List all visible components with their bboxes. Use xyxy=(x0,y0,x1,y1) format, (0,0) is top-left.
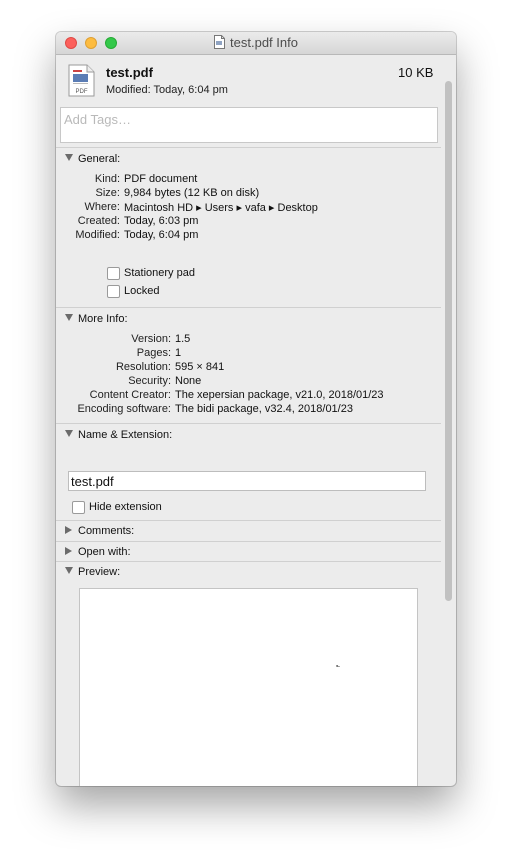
section-more-info-title: More Info: xyxy=(78,313,128,325)
locked-label[interactable]: Locked xyxy=(124,285,159,297)
section-preview-header[interactable]: Preview: xyxy=(65,566,120,578)
section-preview-title: Preview: xyxy=(78,566,121,578)
version-label: Version: xyxy=(131,333,171,345)
disclosure-right-icon[interactable] xyxy=(65,547,72,555)
tags-placeholder: Add Tags… xyxy=(64,112,131,127)
info-window: test.pdf Info PDF test.pdf 10 KB Modifie… xyxy=(56,32,456,786)
version-value: 1.5 xyxy=(175,333,191,345)
pages-value: 1 xyxy=(175,347,182,359)
document-icon xyxy=(214,35,226,49)
modified-summary-label: Modified: xyxy=(106,84,151,96)
preview-pane: ؎ xyxy=(79,588,418,786)
pdf-file-icon: PDF xyxy=(68,64,95,97)
window-title-wrap: test.pdf Info xyxy=(56,35,456,50)
info-content[interactable]: PDF test.pdf 10 KB Modified: Today, 6:04… xyxy=(56,55,456,786)
kind-value: PDF document xyxy=(124,173,198,185)
hide-extension-label[interactable]: Hide extension xyxy=(89,501,162,513)
disclosure-right-icon[interactable] xyxy=(65,526,72,534)
section-comments-title: Comments: xyxy=(78,525,135,537)
modified-value: Today, 6:04 pm xyxy=(124,229,199,241)
kind-label: Kind: xyxy=(94,173,120,185)
created-value: Today, 6:03 pm xyxy=(124,215,199,227)
pdf-badge-text: PDF xyxy=(76,89,88,95)
disclosure-down-icon[interactable] xyxy=(65,430,73,437)
vertical-scrollbar[interactable] xyxy=(445,81,452,601)
resolution-label: Resolution: xyxy=(115,361,171,373)
section-open-with-title: Open with: xyxy=(78,546,131,558)
disclosure-down-icon[interactable] xyxy=(65,567,73,574)
window-title: test.pdf Info xyxy=(230,35,298,50)
file-name: test.pdf xyxy=(106,65,153,80)
section-name-extension-title: Name & Extension: xyxy=(78,429,173,441)
stationery-pad-checkbox[interactable] xyxy=(107,267,120,280)
where-value: Macintosh HD ▸ Users ▸ vafa ▸ Desktop xyxy=(124,202,318,214)
section-general-header[interactable]: General: xyxy=(65,153,120,165)
divider xyxy=(56,561,441,562)
file-name-field[interactable]: test.pdf xyxy=(68,471,426,491)
modified-summary-value: Today, 6:04 pm xyxy=(153,84,228,96)
security-value: None xyxy=(175,375,202,387)
content-creator-value: The xepersian package, v21.0, 2018/01/23 xyxy=(175,389,384,401)
section-name-extension-header[interactable]: Name & Extension: xyxy=(65,429,172,441)
divider xyxy=(56,520,441,521)
divider xyxy=(56,423,441,424)
divider xyxy=(56,307,441,308)
created-label: Created: xyxy=(77,215,120,227)
stationery-pad-label[interactable]: Stationery pad xyxy=(124,267,195,279)
disclosure-down-icon[interactable] xyxy=(65,154,73,161)
section-more-info-header[interactable]: More Info: xyxy=(65,313,128,325)
modified-label: Modified: xyxy=(75,229,120,241)
size-value: 9,984 bytes (12 KB on disk) xyxy=(124,187,260,199)
encoding-software-value: The bidi package, v32.4, 2018/01/23 xyxy=(175,403,353,415)
tags-input[interactable]: Add Tags… xyxy=(60,107,438,143)
divider xyxy=(56,147,441,148)
section-open-with-header[interactable]: Open with: xyxy=(65,546,131,558)
size-label: Size: xyxy=(95,187,120,199)
section-general-title: General: xyxy=(78,153,121,165)
encoding-software-label: Encoding software: xyxy=(77,403,171,415)
where-label: Where: xyxy=(84,201,120,213)
pages-label: Pages: xyxy=(136,347,171,359)
content-creator-label: Content Creator: xyxy=(89,389,171,401)
security-label: Security: xyxy=(128,375,171,387)
title-bar[interactable]: test.pdf Info xyxy=(56,32,456,55)
resolution-value: 595 × 841 xyxy=(175,361,225,373)
hide-extension-checkbox[interactable] xyxy=(72,501,85,514)
locked-checkbox[interactable] xyxy=(107,285,120,298)
section-comments-header[interactable]: Comments: xyxy=(65,525,134,537)
disclosure-down-icon[interactable] xyxy=(65,314,73,321)
preview-page-mark: ؎ xyxy=(336,662,341,669)
modified-summary: Modified: Today, 6:04 pm xyxy=(106,84,228,96)
file-size: 10 KB xyxy=(398,65,434,80)
divider xyxy=(56,541,441,542)
